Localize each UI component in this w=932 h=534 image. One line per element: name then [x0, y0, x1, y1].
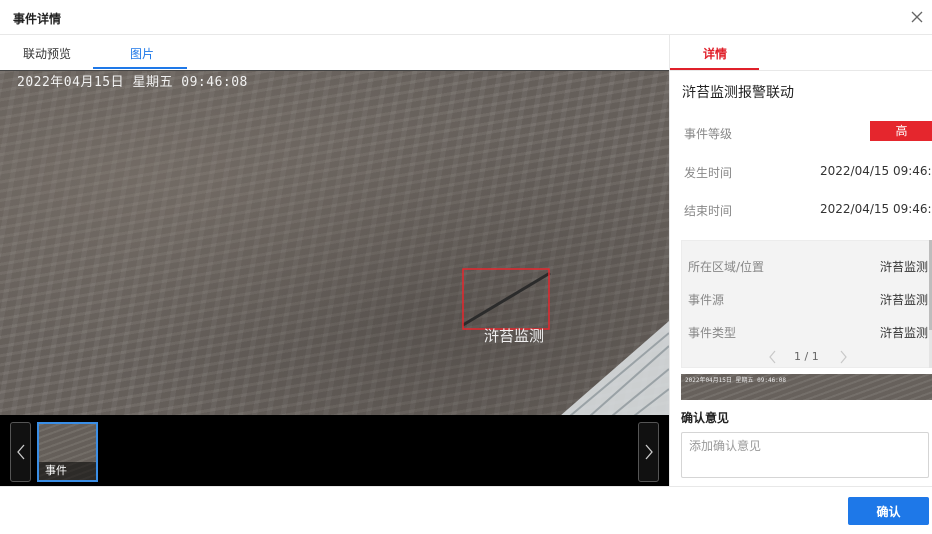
event-type-value: 浒苔监测 [880, 326, 929, 340]
event-type-label: 事件类型 [688, 326, 737, 340]
osd-channel-name: 浒苔监测 [484, 327, 545, 345]
snapshot-overlay [462, 268, 669, 415]
tab-divider [670, 70, 932, 71]
active-tab-indicator [93, 67, 187, 69]
start-time-value: 2022/04/15 09:46:09 [820, 164, 932, 178]
media-tabs: 联动预览 图片 [0, 35, 669, 70]
detected-object [462, 271, 551, 327]
thumbnail-label: 事件 [39, 462, 96, 480]
confirm-comment-input[interactable] [681, 432, 929, 478]
media-pane: 联动预览 图片 2022年04月15日 星期五 09:46:08 浒苔监测 事件 [0, 35, 669, 520]
snapshot-preview: 2022年04月15日 星期五 09:46:08 [681, 374, 932, 400]
start-time-label: 发生时间 [684, 166, 733, 180]
filmstrip: 事件 [0, 415, 669, 490]
pager-text: 1 / 1 [794, 350, 819, 363]
event-level-badge: 高 [870, 121, 932, 141]
region-label: 所在区域/位置 [688, 260, 765, 274]
event-level-label: 事件等级 [684, 127, 733, 141]
tab-details[interactable]: 详情 [703, 45, 727, 62]
thumbnail-event[interactable]: 事件 [37, 422, 98, 482]
osd-timestamp: 2022年04月15日 星期五 09:46:08 [17, 75, 248, 90]
region-value: 浒苔监测 [880, 260, 929, 274]
event-detail-dialog: 事件详情 联动预览 图片 2022年04月15日 星期五 09:46:08 浒苔 [0, 0, 932, 534]
pager-prev-icon[interactable] [768, 350, 778, 364]
tab-picture[interactable]: 图片 [130, 45, 154, 62]
tab-linked-preview[interactable]: 联动预览 [23, 45, 71, 62]
chevron-left-icon[interactable] [10, 422, 31, 482]
event-source-label: 事件源 [688, 293, 725, 307]
pager-next-icon[interactable] [838, 350, 848, 364]
confirm-section-title: 确认意见 [681, 411, 730, 425]
dialog-titlebar: 事件详情 [0, 0, 932, 35]
dialog-title: 事件详情 [13, 12, 62, 26]
confirm-button[interactable]: 确认 [848, 497, 929, 525]
preview-osd-timestamp: 2022年04月15日 星期五 09:46:08 [685, 377, 787, 384]
chevron-right-icon[interactable] [638, 422, 659, 482]
end-time-label: 结束时间 [684, 204, 733, 218]
event-info-box: 所在区域/位置 浒苔监测 事件源 浒苔监测 事件类型 浒苔监测 1 / 1 [681, 240, 932, 368]
event-title: 浒苔监测报警联动 [682, 85, 794, 101]
end-time-value: 2022/04/15 09:46:09 [820, 202, 932, 216]
close-icon[interactable] [908, 8, 926, 26]
event-picture[interactable]: 2022年04月15日 星期五 09:46:08 浒苔监测 [0, 70, 669, 415]
dialog-footer: 确认 [0, 486, 932, 534]
event-source-value: 浒苔监测 [880, 293, 929, 307]
detail-pane: 详情 浒苔监测报警联动 事件等级 高 发生时间 2022/04/15 09:46… [669, 35, 932, 486]
